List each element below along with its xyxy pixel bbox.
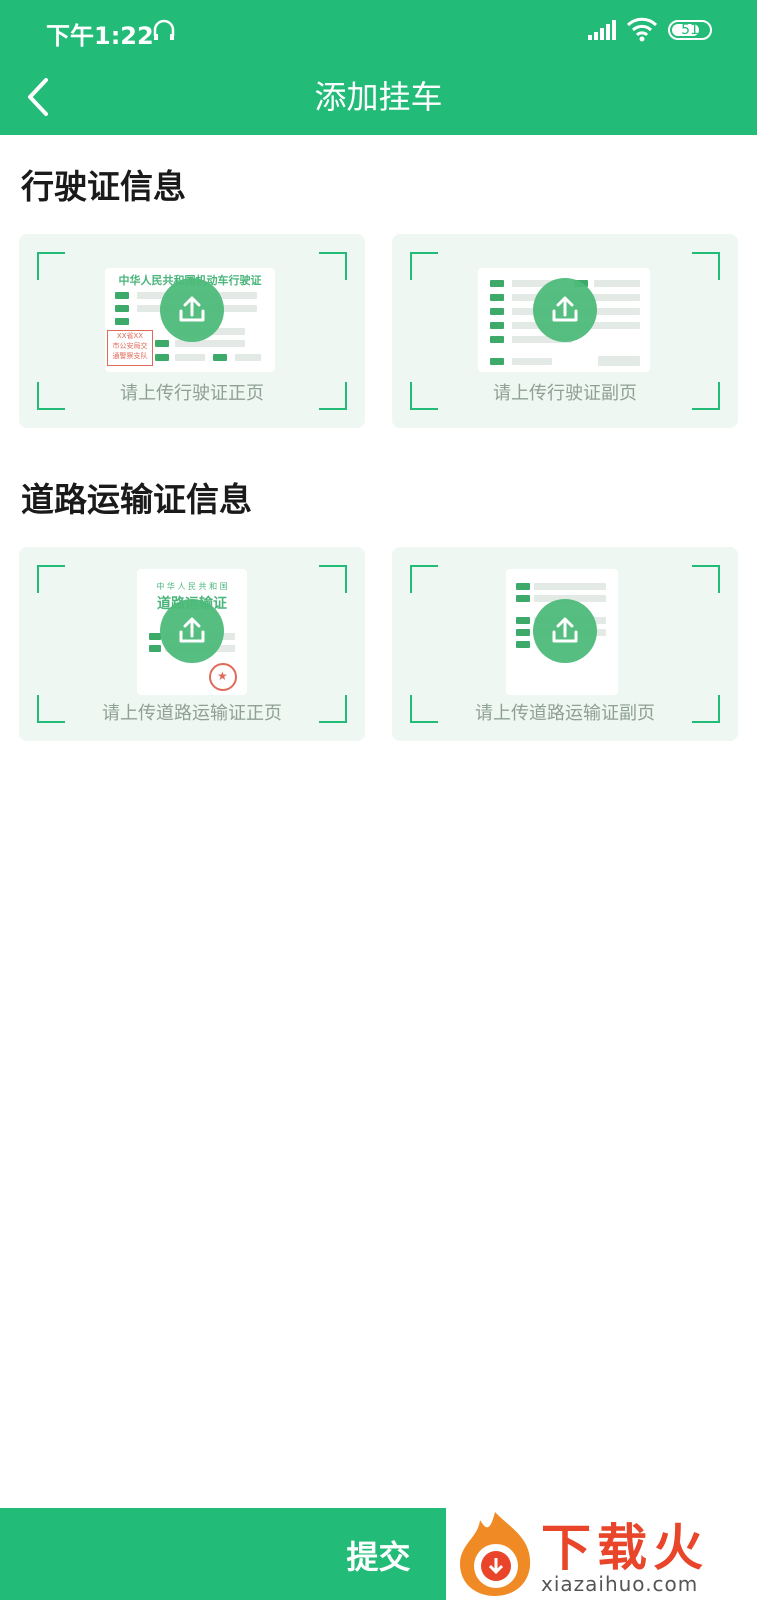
- watermark-logo: 下载火 xiazaihuo.com: [446, 1506, 757, 1600]
- section-title-transport: 道路运输证信息: [21, 480, 252, 519]
- signal-icon: [588, 20, 616, 40]
- upload-transport-back[interactable]: 请上传道路运输证副页: [392, 547, 738, 741]
- stamp-box: XX省XX 市公安局交 通警察支队: [107, 330, 153, 366]
- upload-icon: [160, 278, 224, 342]
- upload-caption: 请上传行驶证正页: [120, 383, 264, 404]
- upload-caption: 请上传道路运输证副页: [475, 703, 655, 724]
- status-bar: 下午1:22 51: [0, 0, 757, 62]
- headset-icon: [153, 19, 175, 40]
- battery-icon: 51: [668, 20, 712, 40]
- flame-logo-icon: [460, 1512, 531, 1596]
- upload-caption: 请上传行驶证副页: [493, 383, 637, 404]
- wifi-icon: [626, 17, 658, 42]
- section-title-license: 行驶证信息: [21, 167, 186, 206]
- upload-caption: 请上传道路运输证正页: [102, 703, 282, 724]
- upload-icon: [533, 278, 597, 342]
- upload-license-back[interactable]: 请上传行驶证副页: [392, 234, 738, 428]
- upload-icon: [160, 599, 224, 663]
- app-header: 下午1:22 51 添加挂车: [0, 0, 757, 135]
- page-title: 添加挂车: [314, 78, 443, 116]
- status-time: 下午1:22: [46, 22, 154, 50]
- seal-icon: ★: [209, 663, 237, 691]
- upload-transport-front[interactable]: 中 华 人 民 共 和 国 道路运输证 ★ 请上传道路运输证正页: [19, 547, 365, 741]
- upload-icon: [533, 599, 597, 663]
- watermark-url: xiazaihuo.com: [541, 1572, 699, 1596]
- watermark-brand: 下载火: [541, 1519, 709, 1577]
- upload-license-front[interactable]: 中华人民共和国机动车行驶证 XX省XX市公安局交通警察支队 请上传行驶证正页: [19, 234, 365, 428]
